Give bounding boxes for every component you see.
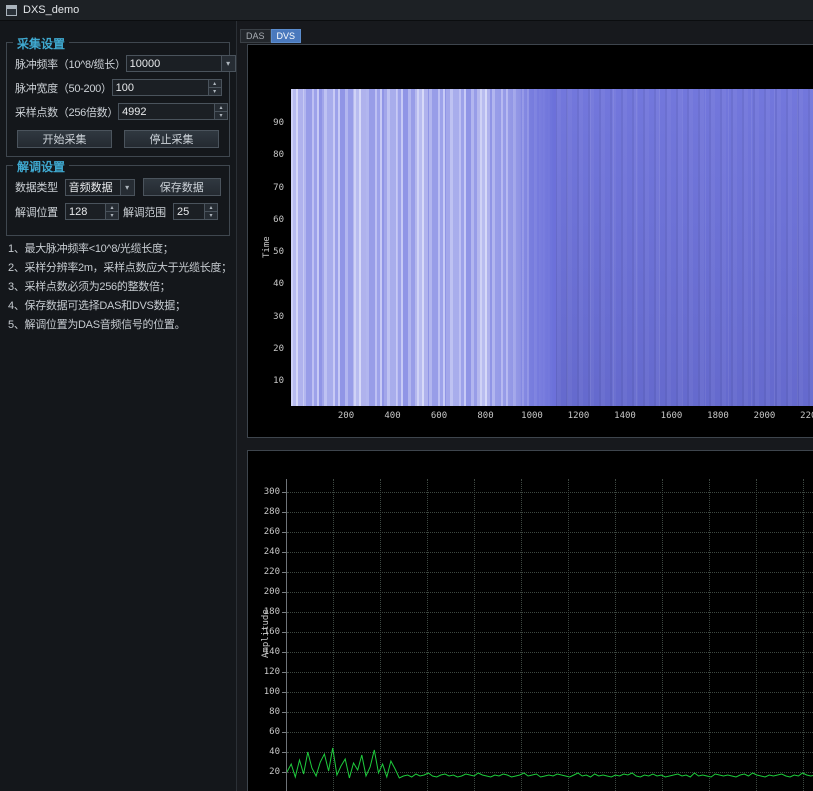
- y-tick-label: 90: [273, 118, 284, 128]
- amplitude-trace: [287, 747, 813, 779]
- y-tick-label: 220: [263, 567, 280, 577]
- pulse-frequency-label: 脉冲频率（10^8/缆长）: [15, 58, 126, 71]
- spinner-buttons: ▴ ▾: [214, 104, 228, 119]
- y-tick-label: 20: [269, 767, 280, 777]
- y-tick-label: 260: [263, 527, 280, 537]
- spin-up-icon[interactable]: ▴: [215, 104, 228, 111]
- pulse-width-spinner[interactable]: ▴ ▾: [111, 79, 222, 96]
- acquisition-group-title: 采集设置: [13, 35, 70, 52]
- spin-down-icon[interactable]: ▾: [215, 111, 228, 119]
- note-line: 4、保存数据可选择DAS和DVS数据；: [8, 300, 186, 312]
- demod-position-input[interactable]: [66, 204, 105, 219]
- data-type-label: 数据类型: [15, 182, 58, 194]
- note-line: 2、采样分辨率2m，采样点数应大于光缆长度；: [8, 262, 232, 274]
- title-bar[interactable]: DXS_demo: [0, 0, 813, 21]
- data-type-input[interactable]: [65, 179, 120, 195]
- window-title: DXS_demo: [23, 4, 80, 16]
- y-tick-label: 60: [269, 727, 280, 737]
- app-icon: [6, 4, 17, 16]
- tab-bar: DAS DVS: [240, 29, 302, 43]
- acquisition-group: 采集设置 脉冲频率（10^8/缆长） ▾ 脉冲宽度（50-200） ▴ ▾: [6, 35, 236, 157]
- demod-range-input[interactable]: [174, 204, 204, 219]
- amplitude-y-axis-title: Amplitude: [261, 609, 271, 658]
- pulse-frequency-row: 脉冲频率（10^8/缆长） ▾: [15, 55, 236, 72]
- chevron-down-icon[interactable]: ▾: [220, 56, 235, 71]
- note-line: 5、解调位置为DAS音频信号的位置。: [8, 319, 186, 331]
- y-tick-label: 80: [273, 150, 284, 161]
- spin-up-icon[interactable]: ▴: [205, 204, 217, 211]
- y-tick-label: 80: [269, 707, 280, 717]
- spin-down-icon[interactable]: ▾: [106, 211, 118, 219]
- tab-das[interactable]: DAS: [240, 29, 271, 43]
- pulse-frequency-select[interactable]: ▾: [125, 55, 236, 72]
- dvs-amplitude-chart: Amplitude 300 280 260 240 220 200 180 160 140 120…: [247, 450, 813, 791]
- y-tick-label: 300: [263, 487, 280, 497]
- spinner-buttons: ▴ ▾: [207, 80, 221, 95]
- sample-points-label: 采样点数（256倍数）: [15, 106, 119, 119]
- waterfall-y-axis-title: Time: [262, 236, 272, 258]
- acquisition-buttons: 开始采集 停止采集: [15, 130, 221, 148]
- y-tick-label: 70: [273, 182, 284, 193]
- pulse-width-label: 脉冲宽度（50-200）: [15, 82, 112, 95]
- pulse-width-input[interactable]: [112, 80, 208, 95]
- spin-up-icon[interactable]: ▴: [208, 80, 221, 87]
- y-tick-label: 100: [263, 687, 280, 697]
- demod-position-spinner[interactable]: ▴ ▾: [65, 203, 119, 220]
- save-data-button[interactable]: 保存数据: [142, 178, 221, 196]
- x-tick-label: 600: [430, 411, 448, 421]
- spin-down-icon[interactable]: ▾: [208, 87, 221, 95]
- x-tick-label: 1600: [660, 411, 683, 421]
- y-tick-label: 10: [273, 376, 284, 386]
- pulse-frequency-input[interactable]: [126, 56, 221, 71]
- x-tick-label: 1800: [707, 411, 729, 421]
- spinner-buttons: ▴ ▾: [105, 204, 118, 219]
- waterfall-stripes: [291, 89, 556, 406]
- demodulation-group-title: 解调设置: [13, 158, 70, 175]
- x-tick-label: 1000: [521, 411, 543, 421]
- data-type-select[interactable]: ▾: [64, 178, 135, 196]
- spin-down-icon[interactable]: ▾: [205, 211, 217, 219]
- x-tick-label: 2200: [800, 411, 813, 421]
- sample-points-input[interactable]: [119, 104, 215, 119]
- x-tick-label: 200: [337, 411, 355, 421]
- pulse-width-row: 脉冲宽度（50-200） ▴ ▾: [15, 79, 222, 96]
- stop-acquisition-button[interactable]: 停止采集: [124, 130, 219, 148]
- demodulation-group: 解调设置 数据类型 ▾ 保存数据 解调位置 ▴ ▾ 解调范围: [6, 158, 230, 236]
- y-tick-label: 30: [273, 311, 284, 322]
- demod-range-spinner[interactable]: ▴ ▾: [173, 203, 218, 220]
- sample-points-row: 采样点数（256倍数） ▴ ▾: [15, 103, 229, 120]
- waterfall-image: [291, 89, 813, 406]
- x-tick-label: 400: [384, 411, 401, 421]
- start-acquisition-button[interactable]: 开始采集: [17, 130, 112, 148]
- demod-range-label: 解调范围: [123, 206, 166, 219]
- x-tick-label: 1400: [614, 411, 636, 421]
- demod-position-label: 解调位置: [15, 206, 58, 219]
- spinner-buttons: ▴ ▾: [204, 204, 217, 219]
- y-tick-label: 40: [269, 747, 280, 757]
- application-window: DXS_demo 采集设置 脉冲频率（10^8/缆长） ▾ 脉冲宽度（50-20…: [0, 0, 813, 791]
- y-tick-label: 60: [273, 214, 284, 225]
- x-tick-label: 1200: [567, 411, 590, 421]
- note-line: 1、最大脉冲频率<10^8/光缆长度；: [8, 243, 174, 255]
- y-tick-label: 20: [273, 343, 284, 354]
- settings-panel: 采集设置 脉冲频率（10^8/缆长） ▾ 脉冲宽度（50-200） ▴ ▾: [0, 21, 237, 791]
- y-tick-label: 40: [273, 279, 284, 290]
- y-tick-label: 120: [263, 667, 280, 677]
- das-waterfall-chart: Time 90 80 70 60 50 40 30 20 10 200 400 600 800 1000…: [247, 44, 813, 438]
- x-tick-label: 2000: [753, 411, 776, 421]
- tab-dvs[interactable]: DVS: [270, 29, 302, 43]
- sample-points-spinner[interactable]: ▴ ▾: [118, 103, 229, 120]
- y-tick-label: 280: [263, 507, 280, 517]
- notes-list: 1、最大脉冲频率<10^8/光缆长度； 2、采样分辨率2m，采样点数应大于光缆长度…: [8, 240, 234, 335]
- spin-up-icon[interactable]: ▴: [106, 204, 118, 211]
- data-type-row: 数据类型 ▾ 保存数据: [15, 178, 221, 196]
- y-tick-label: 200: [263, 587, 280, 597]
- x-tick-label: 800: [477, 411, 494, 421]
- y-tick-label: 240: [263, 547, 280, 557]
- demod-position-row: 解调位置 ▴ ▾ 解调范围 ▴ ▾: [15, 203, 221, 220]
- note-line: 3、采样点数必须为256的整数倍；: [8, 281, 171, 293]
- chevron-down-icon[interactable]: ▾: [119, 179, 134, 195]
